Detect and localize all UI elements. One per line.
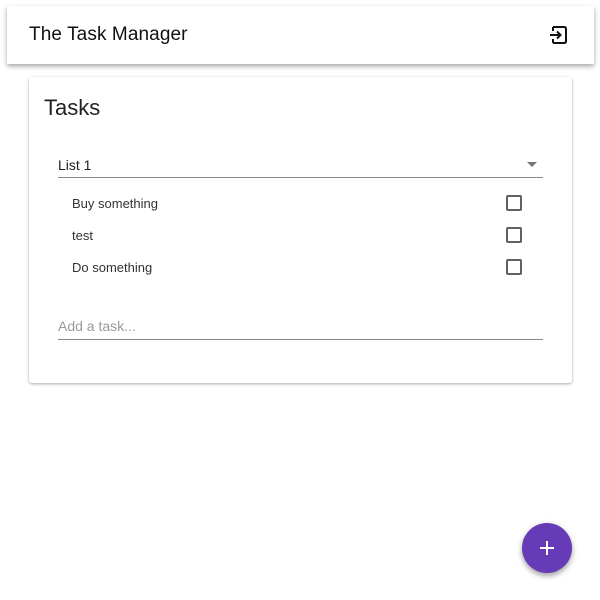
app-title: The Task Manager xyxy=(29,24,188,45)
card-title: Tasks xyxy=(44,95,101,120)
plus-icon xyxy=(540,541,554,555)
task-item: Buy something xyxy=(72,187,522,219)
app-bar: The Task Manager xyxy=(7,6,594,64)
logout-button[interactable] xyxy=(538,15,578,55)
task-checkbox[interactable] xyxy=(506,227,522,243)
task-label: Do something xyxy=(72,259,153,275)
task-label: Buy something xyxy=(72,195,158,211)
list-select-value: List 1 xyxy=(58,156,92,173)
add-task-input[interactable] xyxy=(58,313,543,340)
task-label: test xyxy=(72,227,93,243)
dropdown-arrow-icon xyxy=(527,161,537,167)
task-item: test xyxy=(72,219,522,251)
task-checkbox[interactable] xyxy=(506,259,522,275)
task-checkbox[interactable] xyxy=(506,195,522,211)
list-select[interactable]: List 1 xyxy=(58,151,543,178)
add-button[interactable] xyxy=(522,523,572,573)
task-item: Do something xyxy=(72,251,522,283)
task-list: Buy something test Do something xyxy=(72,187,522,283)
tasks-card: Tasks List 1 Buy something test Do somet… xyxy=(29,77,572,383)
logout-icon xyxy=(550,26,567,44)
